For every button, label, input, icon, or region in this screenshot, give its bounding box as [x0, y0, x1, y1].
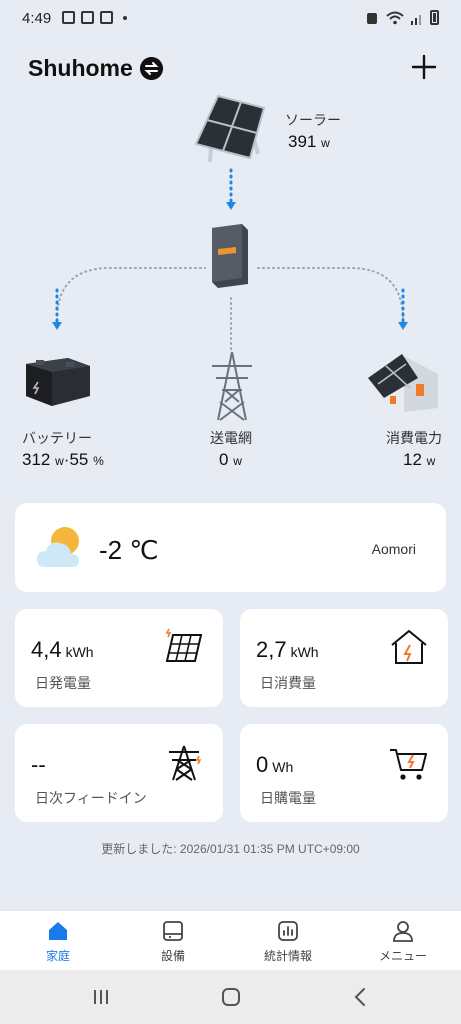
daily-generation-card[interactable]: 4,4 kWh 日発電量	[15, 609, 223, 707]
inverter-icon[interactable]	[208, 222, 252, 290]
daily-consumption-card[interactable]: 2,7 kWh 日消費量	[240, 609, 448, 707]
app-notification-icon	[81, 11, 94, 24]
energy-flow-diagram: ソーラー 391 w バッテリー 312 w·55 % 送電網 0 w 消費電力…	[0, 90, 461, 490]
consumption-value: 12 w	[403, 450, 436, 469]
chart-icon	[278, 921, 298, 941]
system-navigation-bar	[0, 970, 461, 1024]
weather-card[interactable]: -2 ℃ Aomori	[15, 503, 446, 592]
gallery-notification-icon	[62, 11, 75, 24]
house-icon[interactable]	[364, 348, 442, 414]
city-name: Aomori	[371, 541, 416, 557]
daily-purchase-value: 0	[256, 752, 269, 777]
battery-label: バッテリー	[22, 430, 92, 446]
app-notification-icon-2	[100, 11, 113, 24]
solar-label: ソーラー	[285, 112, 341, 128]
status-time: 4:49	[22, 10, 52, 27]
partly-cloudy-icon	[37, 527, 79, 567]
transmission-tower-icon	[169, 745, 202, 781]
wifi-icon	[386, 11, 404, 24]
header: Shuhome	[0, 50, 461, 86]
temperature: -2 ℃	[99, 535, 159, 565]
switch-home-icon[interactable]	[140, 57, 163, 80]
nav-home[interactable]: 家庭	[18, 919, 98, 964]
nav-menu[interactable]: メニュー	[363, 919, 443, 964]
battery-status-icon	[430, 10, 439, 25]
nav-devices-label: 設備	[160, 949, 185, 963]
daily-consumption-value: 2,7	[256, 637, 287, 662]
consumption-label: 消費電力	[386, 430, 442, 446]
daily-purchase-card[interactable]: 0 Wh 日購電量	[240, 724, 448, 822]
solar-panel-icon[interactable]	[190, 92, 270, 164]
solar-flow-arrow	[226, 168, 236, 210]
nav-home-label: 家庭	[45, 949, 70, 963]
bottom-navigation: 家庭 設備 統計情報 メニュー	[0, 910, 461, 970]
add-icon[interactable]	[411, 54, 437, 80]
status-bar: 4:49	[0, 0, 461, 38]
consumption-flow-arrow	[398, 288, 408, 330]
device-icon	[163, 921, 183, 941]
daily-generation-unit: kWh	[65, 644, 94, 660]
back-icon[interactable]	[352, 987, 368, 1007]
daily-generation-label: 日発電量	[35, 675, 91, 691]
house-icon	[391, 630, 427, 664]
shopping-cart-icon	[390, 749, 427, 780]
daily-feed-in-value: --	[31, 752, 46, 777]
nav-devices[interactable]: 設備	[133, 919, 213, 964]
more-notifications-icon	[123, 15, 127, 20]
home-button-icon[interactable]	[221, 987, 241, 1007]
alarm-icon	[367, 12, 377, 24]
last-updated-text: 更新しました: 2026/01/31 01:35 PM UTC+09:00	[101, 842, 360, 856]
solar-panel-icon	[165, 628, 203, 662]
daily-consumption-unit: kWh	[290, 644, 319, 660]
signal-icon	[411, 14, 421, 25]
recent-apps-icon[interactable]	[92, 988, 110, 1006]
battery-icon[interactable]	[22, 350, 94, 410]
nav-statistics[interactable]: 統計情報	[248, 919, 328, 964]
daily-feed-in-card[interactable]: -- 日次フィードイン	[15, 724, 223, 822]
daily-purchase-label: 日購電量	[260, 790, 316, 806]
home-icon	[49, 922, 67, 940]
home-name[interactable]: Shuhome	[28, 55, 133, 82]
daily-generation-value: 4,4	[31, 637, 62, 662]
battery-value: 312 w·55 %	[22, 450, 104, 469]
daily-feed-in-label: 日次フィードイン	[35, 790, 147, 806]
daily-purchase-unit: Wh	[272, 759, 294, 775]
transmission-tower-icon[interactable]	[206, 350, 258, 422]
nav-statistics-label: 統計情報	[263, 949, 312, 963]
grid-value: 0 w	[219, 450, 242, 469]
daily-consumption-label: 日消費量	[260, 675, 316, 691]
user-icon	[393, 921, 413, 942]
nav-menu-label: メニュー	[378, 949, 427, 963]
solar-value: 391 w	[288, 132, 330, 151]
grid-label: 送電網	[210, 430, 252, 446]
